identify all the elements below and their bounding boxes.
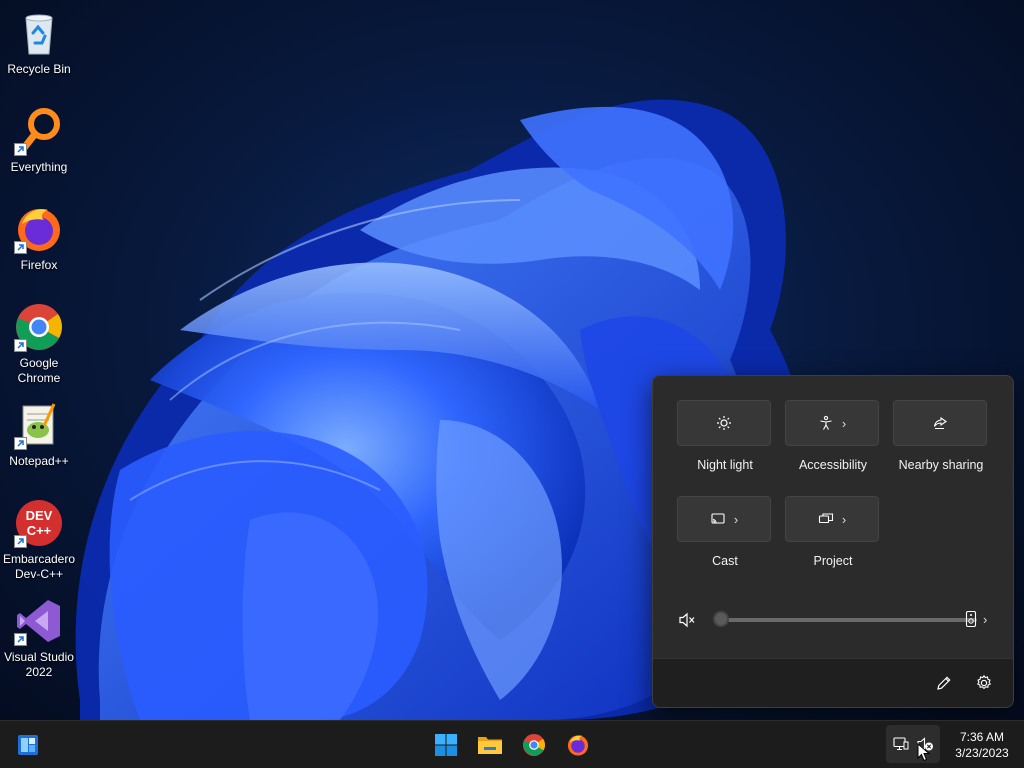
open-settings-button[interactable] — [975, 674, 993, 697]
night-light-icon — [717, 416, 731, 430]
accessibility-toggle[interactable]: › — [785, 400, 879, 446]
dev-cpp-badge-line2: C++ — [26, 523, 52, 538]
file-explorer-icon — [478, 737, 502, 754]
taskbar: 7:36 AM 3/23/2023 — [0, 720, 1024, 768]
windows-icon — [435, 734, 457, 756]
quick-settings-panel: Night light › Accessibility Nearby shari… — [652, 375, 1014, 708]
desktop-icon-label: Visual Studio 2022 — [4, 650, 74, 679]
taskbar-clock[interactable]: 7:36 AM 3/23/2023 — [944, 729, 1020, 761]
night-light-toggle[interactable] — [677, 400, 771, 446]
taskbar-firefox[interactable] — [562, 729, 594, 761]
chevron-right-icon[interactable]: › — [842, 512, 846, 527]
shortcut-arrow-icon — [14, 241, 27, 254]
desktop-icon-notepad-plus-plus[interactable]: Notepad++ — [2, 400, 76, 469]
tile-label: Accessibility — [798, 458, 868, 472]
chrome-icon — [522, 733, 546, 757]
nearby-sharing-icon — [933, 416, 947, 430]
desktop-icon-label: Recycle Bin — [7, 62, 71, 76]
clock-time: 7:36 AM — [959, 730, 1005, 744]
desktop-icon-firefox[interactable]: Firefox — [2, 204, 76, 273]
desktop-icon-everything[interactable]: Everything — [2, 106, 76, 175]
taskbar-chrome[interactable] — [518, 729, 550, 761]
network-icon — [893, 737, 909, 751]
project-icon — [818, 513, 833, 524]
desktop-icon-recycle-bin[interactable]: Recycle Bin — [2, 8, 76, 77]
widgets-button[interactable] — [12, 729, 44, 761]
desktop-icon-label: Firefox — [20, 258, 58, 272]
desktop-icon-visual-studio[interactable]: Visual Studio 2022 — [2, 596, 76, 680]
accessibility-icon — [820, 415, 832, 430]
clock-date: 3/23/2023 — [955, 746, 1009, 760]
volume-mute-button[interactable] — [677, 610, 697, 635]
volume-row: › — [677, 606, 993, 634]
shortcut-arrow-icon — [14, 535, 27, 548]
tile-accessibility: › Accessibility — [785, 400, 881, 472]
start-icon — [18, 735, 38, 755]
nearby-sharing-toggle[interactable] — [893, 400, 987, 446]
edit-quick-settings-button[interactable] — [935, 674, 953, 697]
tile-project: › Project — [785, 496, 881, 568]
desktop-icon-label: Notepad++ — [9, 454, 69, 468]
shortcut-arrow-icon — [14, 437, 27, 450]
shortcut-arrow-icon — [14, 339, 27, 352]
pencil-icon — [937, 676, 951, 690]
tile-label: Cast — [712, 554, 738, 568]
volume-slider-track[interactable] — [721, 618, 977, 622]
shortcut-arrow-icon — [14, 143, 27, 156]
chevron-right-icon: › — [983, 611, 988, 627]
tile-night-light: Night light — [677, 400, 773, 472]
shortcut-arrow-icon — [14, 633, 27, 646]
tile-label: Night light — [697, 458, 753, 472]
desktop-icon-label: Embarcadero Dev-C++ — [2, 552, 76, 581]
chevron-right-icon[interactable]: › — [734, 512, 738, 527]
desktop-icon-dev-cpp[interactable]: DEV C++ Embarcadero Dev-C++ — [2, 498, 76, 582]
chevron-right-icon[interactable]: › — [842, 416, 846, 431]
tile-cast: › Cast — [677, 496, 773, 568]
desktop-icon-label: Google Chrome — [17, 356, 61, 385]
desktop-icon-label: Everything — [10, 160, 68, 174]
project-toggle[interactable]: › — [785, 496, 879, 542]
tile-label: Project — [813, 554, 853, 568]
gear-icon — [977, 674, 991, 690]
tile-nearby-sharing: Nearby sharing — [893, 400, 989, 472]
cast-icon — [711, 513, 725, 524]
speaker-device-icon — [965, 610, 977, 628]
tile-label: Nearby sharing — [898, 458, 984, 472]
desktop-icon-google-chrome[interactable]: Google Chrome — [2, 302, 76, 386]
volume-slider-thumb[interactable] — [713, 611, 729, 627]
taskbar-file-explorer[interactable] — [474, 729, 506, 761]
dev-cpp-badge-line1: DEV — [25, 508, 53, 523]
firefox-icon — [567, 735, 589, 756]
quick-settings-footer — [653, 658, 1013, 707]
system-tray-quick-settings[interactable] — [886, 725, 940, 763]
start-button[interactable] — [430, 729, 462, 761]
cast-toggle[interactable]: › — [677, 496, 771, 542]
volume-muted-icon — [679, 612, 695, 628]
mouse-cursor-icon — [917, 743, 931, 762]
audio-output-button[interactable]: › — [965, 610, 987, 628]
recycle-bin-icon — [25, 14, 53, 55]
